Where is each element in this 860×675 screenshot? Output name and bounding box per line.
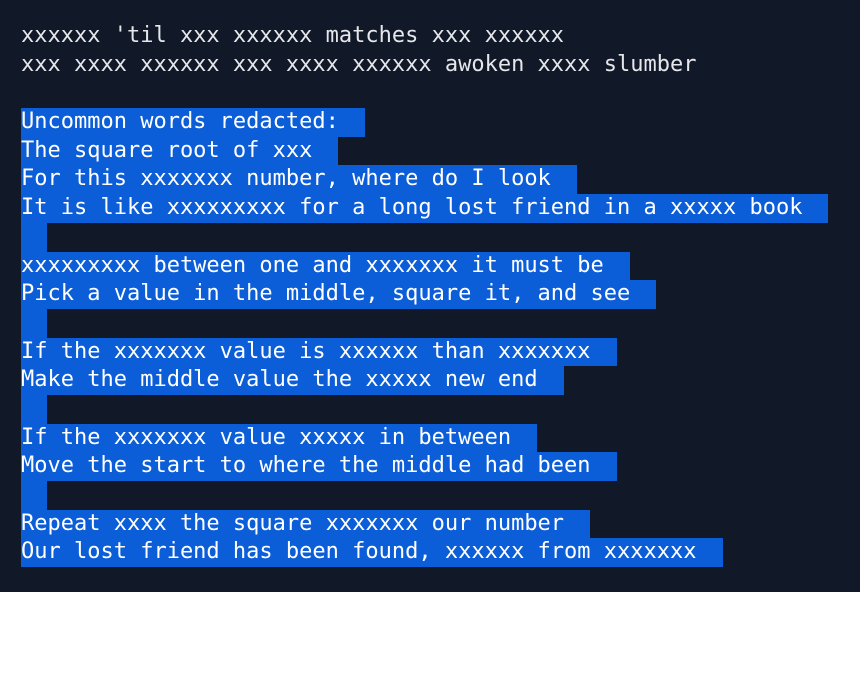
- text-line: The square root of xxx: [21, 136, 828, 166]
- blank-area: [0, 592, 860, 675]
- text-line: Repeat xxxx the square xxxxxxx our numbe…: [21, 509, 828, 539]
- text-line: xxxxxxxxx between one and xxxxxxx it mus…: [21, 251, 828, 281]
- text-lines: xxxxxx 'til xxx xxxxxx matches xxx xxxxx…: [21, 22, 829, 568]
- text-line: If the xxxxxxx value is xxxxxx than xxxx…: [21, 337, 828, 367]
- text-line: If the xxxxxxx value xxxxx in between: [21, 423, 828, 453]
- text-line: It is like xxxxxxxxx for a long lost fri…: [21, 194, 829, 223]
- text-line: [21, 394, 828, 424]
- text-line: For this xxxxxxx number, where do I look: [21, 165, 828, 195]
- text-line: [21, 222, 828, 252]
- text-line: Our lost friend has been found, xxxxxx f…: [21, 538, 828, 568]
- text-line: Pick a value in the middle, square it, a…: [21, 280, 828, 309]
- text-line: Move the start to where the middle had b…: [21, 452, 828, 481]
- text-line: xxxxxx 'til xxx xxxxxx matches xxx xxxxx…: [21, 23, 565, 48]
- text-line: [21, 79, 828, 108]
- text-line: [21, 481, 828, 510]
- text-line: xxx xxxx xxxxxx xxx xxxx xxxxxx awoken x…: [21, 51, 697, 77]
- text-line: Uncommon words redacted:: [21, 108, 828, 137]
- text-line: [21, 308, 828, 338]
- terminal-output[interactable]: xxxxxx 'til xxx xxxxxx matches xxx xxxxx…: [0, 0, 860, 592]
- text-line: Make the middle value the xxxxx new end: [21, 366, 828, 395]
